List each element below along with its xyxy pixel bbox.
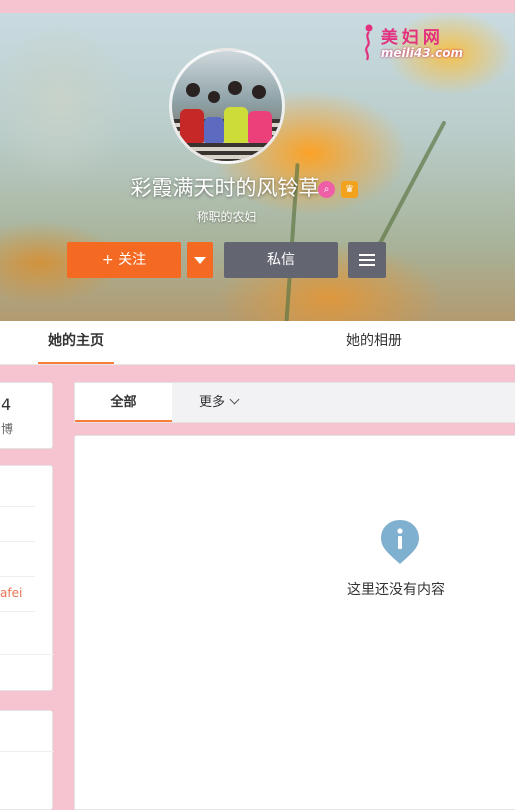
tab-home[interactable]: 她的主页 bbox=[38, 321, 114, 364]
vip-badge-icon[interactable]: ♛ bbox=[341, 181, 358, 198]
avatar-photo-detail bbox=[252, 85, 266, 99]
brand-domain: meili43.com bbox=[380, 46, 463, 60]
avatar-photo-detail bbox=[204, 117, 224, 143]
chevron-down-icon bbox=[229, 394, 240, 405]
brand-logo-icon bbox=[364, 24, 373, 61]
stats-card: 4 博 bbox=[0, 382, 53, 449]
avatar-photo-detail bbox=[186, 83, 200, 97]
feed-panel: 这里还没有内容 bbox=[74, 435, 515, 810]
divider bbox=[0, 654, 54, 655]
info-icon bbox=[381, 520, 419, 564]
top-strip bbox=[0, 0, 515, 13]
info-link[interactable]: afei bbox=[0, 586, 22, 600]
feed-tab-all[interactable]: 全部 bbox=[75, 383, 172, 422]
divider bbox=[0, 541, 35, 542]
divider bbox=[0, 611, 35, 612]
stat-value[interactable]: 4 bbox=[1, 395, 11, 414]
profile-cover: 美妇网 meili43.com 彩霞满天时的风铃草 ⌕ ♛ 称职的农妇 + 关注… bbox=[0, 13, 515, 321]
follow-options-button[interactable] bbox=[187, 242, 213, 278]
dropdown-caret-icon bbox=[194, 256, 206, 264]
secondary-card bbox=[0, 710, 54, 810]
info-card: afei bbox=[0, 465, 54, 691]
menu-icon bbox=[359, 251, 375, 269]
tab-albums[interactable]: 她的相册 bbox=[346, 321, 402, 364]
feed-tab-bar: 全部 更多 bbox=[74, 382, 515, 423]
brand-name: 美妇网 bbox=[380, 28, 444, 48]
avatar-photo-detail bbox=[208, 91, 220, 103]
divider bbox=[0, 751, 54, 752]
avatar-photo-detail bbox=[180, 109, 204, 143]
avatar[interactable] bbox=[169, 48, 285, 164]
divider bbox=[0, 506, 35, 507]
avatar-photo-detail bbox=[248, 111, 272, 143]
search-badge-icon[interactable]: ⌕ bbox=[318, 181, 335, 198]
profile-subtitle: 称职的农妇 bbox=[196, 210, 257, 224]
stat-label: 博 bbox=[1, 422, 14, 436]
avatar-photo-detail bbox=[228, 81, 242, 95]
feed-tab-more[interactable]: 更多 bbox=[199, 383, 240, 422]
follow-button[interactable]: + 关注 bbox=[67, 242, 181, 278]
profile-name: 彩霞满天时的风铃草 bbox=[130, 176, 320, 200]
avatar-photo-detail bbox=[224, 107, 248, 143]
empty-state-text: 这里还没有内容 bbox=[347, 582, 445, 598]
divider bbox=[0, 576, 35, 577]
feed-tab-more-label: 更多 bbox=[199, 395, 226, 410]
brand-logo[interactable]: 美妇网 meili43.com bbox=[364, 23, 463, 61]
more-menu-button[interactable] bbox=[348, 242, 386, 278]
profile-tab-bar: 她的主页 她的相册 bbox=[0, 321, 515, 365]
message-button[interactable]: 私信 bbox=[224, 242, 338, 278]
